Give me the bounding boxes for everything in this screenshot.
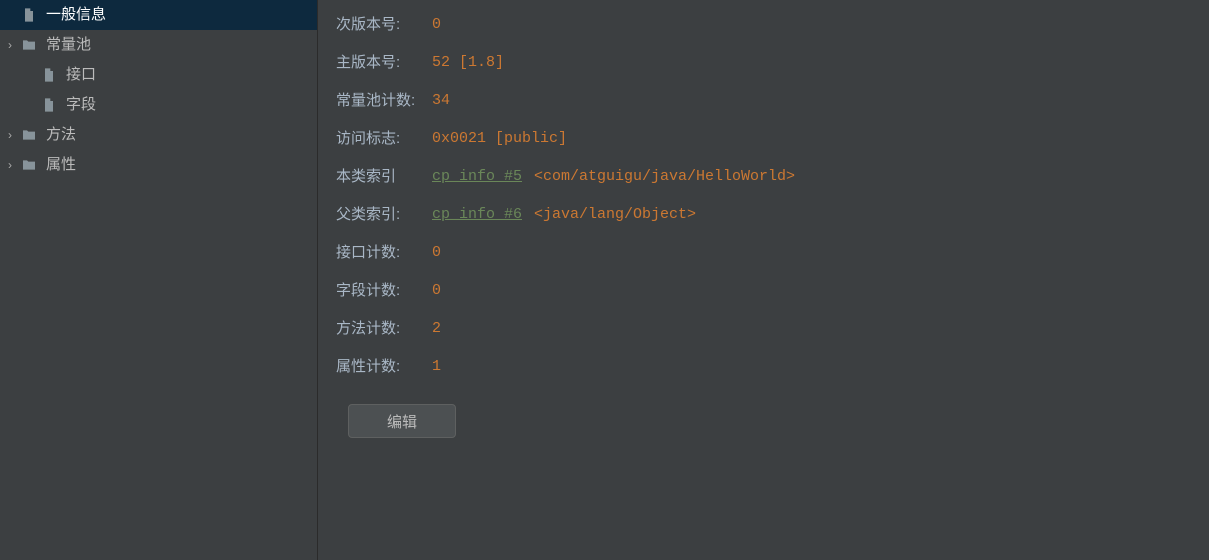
row-this-class: 本类索引 cp_info #5 <com/atguigu/java/HelloW… — [336, 166, 1209, 188]
folder-icon — [20, 156, 38, 174]
value-fields-count: 0 — [432, 280, 441, 302]
file-icon — [20, 6, 38, 24]
tree-item-fields[interactable]: ▶ 字段 — [0, 90, 317, 120]
tree-item-label: 属性 — [46, 150, 317, 180]
tree-item-methods[interactable]: › 方法 — [0, 120, 317, 150]
tree-item-label: 常量池 — [46, 30, 317, 60]
note-super-class: <java/lang/Object> — [534, 204, 696, 226]
value-minor-version: 0 — [432, 14, 441, 36]
label-super-class: 父类索引: — [336, 204, 432, 226]
app-root: ▶ 一般信息 › 常量池 ▶ 接口 ▶ — [0, 0, 1209, 560]
tree-item-constant-pool[interactable]: › 常量池 — [0, 30, 317, 60]
edit-button[interactable]: 编辑 — [348, 404, 456, 438]
row-major-version: 主版本号: 52 [1.8] — [336, 52, 1209, 74]
value-access-flags: 0x0021 [public] — [432, 128, 567, 150]
expand-arrow-icon[interactable]: › — [0, 120, 20, 150]
folder-icon — [20, 36, 38, 54]
row-minor-version: 次版本号: 0 — [336, 14, 1209, 36]
label-minor-version: 次版本号: — [336, 14, 432, 36]
link-this-class[interactable]: cp_info #5 — [432, 166, 522, 188]
row-attributes-count: 属性计数: 1 — [336, 356, 1209, 378]
label-fields-count: 字段计数: — [336, 280, 432, 302]
value-methods-count: 2 — [432, 318, 441, 340]
label-this-class: 本类索引 — [336, 166, 432, 188]
row-methods-count: 方法计数: 2 — [336, 318, 1209, 340]
folder-icon — [20, 126, 38, 144]
label-interfaces-count: 接口计数: — [336, 242, 432, 264]
row-fields-count: 字段计数: 0 — [336, 280, 1209, 302]
value-interfaces-count: 0 — [432, 242, 441, 264]
info-panel: 次版本号: 0 主版本号: 52 [1.8] 常量池计数: 34 访问标志: 0… — [318, 0, 1209, 560]
expand-arrow-icon[interactable]: › — [0, 30, 20, 60]
tree-item-general-info[interactable]: ▶ 一般信息 — [0, 0, 317, 30]
tree-item-label: 字段 — [66, 90, 317, 120]
sidebar-tree: ▶ 一般信息 › 常量池 ▶ 接口 ▶ — [0, 0, 318, 560]
label-methods-count: 方法计数: — [336, 318, 432, 340]
tree-item-interfaces[interactable]: ▶ 接口 — [0, 60, 317, 90]
row-interfaces-count: 接口计数: 0 — [336, 242, 1209, 264]
tree-item-label: 一般信息 — [46, 0, 317, 30]
row-access-flags: 访问标志: 0x0021 [public] — [336, 128, 1209, 150]
file-icon — [40, 96, 58, 114]
row-constant-pool-count: 常量池计数: 34 — [336, 90, 1209, 112]
link-super-class[interactable]: cp_info #6 — [432, 204, 522, 226]
value-attributes-count: 1 — [432, 356, 441, 378]
value-major-version: 52 [1.8] — [432, 52, 504, 74]
file-icon — [40, 66, 58, 84]
tree-item-attributes[interactable]: › 属性 — [0, 150, 317, 180]
value-constant-pool-count: 34 — [432, 90, 450, 112]
label-access-flags: 访问标志: — [336, 128, 432, 150]
tree-item-label: 接口 — [66, 60, 317, 90]
label-constant-pool-count: 常量池计数: — [336, 90, 432, 112]
tree-item-label: 方法 — [46, 120, 317, 150]
label-major-version: 主版本号: — [336, 52, 432, 74]
expand-arrow-icon[interactable]: › — [0, 150, 20, 180]
note-this-class: <com/atguigu/java/HelloWorld> — [534, 166, 795, 188]
label-attributes-count: 属性计数: — [336, 356, 432, 378]
row-super-class: 父类索引: cp_info #6 <java/lang/Object> — [336, 204, 1209, 226]
